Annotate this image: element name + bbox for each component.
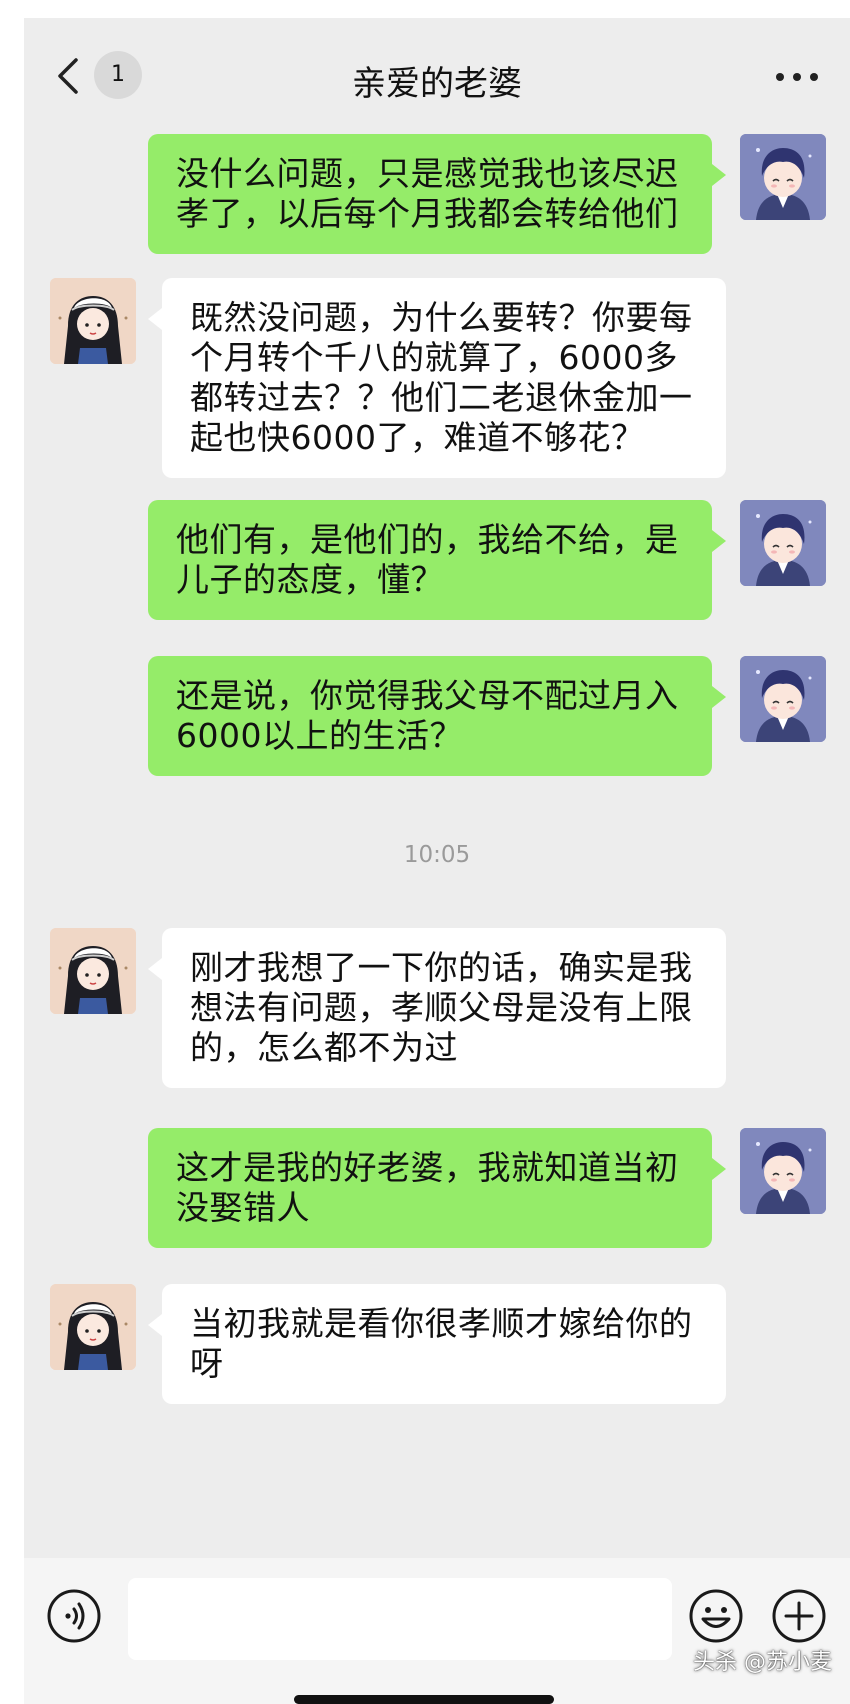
contact-avatar[interactable] — [50, 928, 136, 1014]
emoji-button[interactable] — [688, 1588, 744, 1644]
contact-avatar[interactable] — [50, 1284, 136, 1370]
watermark: 头杀 @苏小麦 — [693, 1650, 832, 1675]
more-actions-button[interactable] — [771, 1588, 827, 1644]
home-indicator[interactable] — [294, 1695, 554, 1704]
message-bubble-received[interactable]: 刚才我想了一下你的话，确实是我想法有问题，孝顺父母是没有上限的，怎么都不为过 — [148, 928, 726, 1088]
contact-avatar[interactable] — [50, 278, 136, 364]
my-avatar[interactable] — [740, 134, 826, 220]
more-options-button[interactable] — [776, 68, 818, 84]
my-avatar[interactable] — [740, 500, 826, 586]
voice-icon — [47, 1589, 101, 1643]
my-avatar[interactable] — [740, 656, 826, 742]
my-avatar[interactable] — [740, 1128, 826, 1214]
message-bubble-sent[interactable]: 他们有，是他们的，我给不给，是儿子的态度，懂？ — [148, 500, 726, 620]
voice-button[interactable] — [46, 1588, 102, 1644]
ellipsis-dot — [793, 73, 801, 81]
ellipsis-icon — [776, 73, 784, 81]
message-bubble-received[interactable]: 既然没问题，为什么要转？你要每个月转个千八的就算了，6000多都转过去？？他们二… — [148, 278, 726, 478]
message-bubble-sent[interactable]: 这才是我的好老婆，我就知道当初没娶错人 — [148, 1128, 726, 1248]
emoji-icon — [689, 1589, 743, 1643]
chat-input-bar — [24, 1558, 850, 1704]
message-bubble-received[interactable]: 当初我就是看你很孝顺才嫁给你的呀 — [148, 1284, 726, 1404]
chat-title: 亲爱的老婆 — [352, 64, 522, 104]
chat-screen: 1 亲爱的老婆 没什么问题，只是感觉我也该尽迟孝了，以后每个月我都会转给他们 既… — [24, 18, 850, 1704]
message-input[interactable] — [128, 1578, 672, 1660]
time-divider: 10:05 — [403, 842, 471, 868]
message-bubble-sent[interactable]: 还是说，你觉得我父母不配过月入6000以上的生活？ — [148, 656, 726, 776]
message-bubble-sent[interactable]: 没什么问题，只是感觉我也该尽迟孝了，以后每个月我都会转给他们 — [148, 134, 726, 254]
chat-header: 1 亲爱的老婆 — [24, 18, 850, 128]
plus-icon — [772, 1589, 826, 1643]
ellipsis-dot — [810, 73, 818, 81]
